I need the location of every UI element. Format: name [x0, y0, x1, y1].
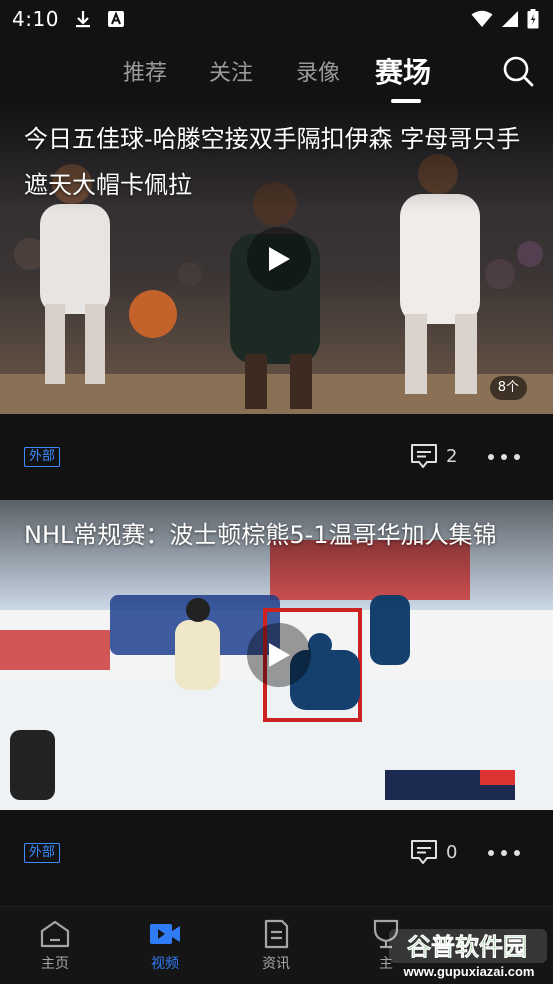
wifi-icon [471, 10, 493, 27]
source-tag: 外部 [24, 447, 61, 467]
signal-icon [502, 11, 518, 27]
video-card[interactable]: 今日五佳球-哈滕空接双手隔扣伊森 字母哥只手遮天大帽卡佩拉 8个 外部 2 [0, 104, 553, 500]
active-tab-indicator [391, 99, 421, 103]
bottom-nav-label: 资讯 [262, 956, 290, 972]
image-count-badge: 8个 [489, 376, 527, 400]
tab-arena[interactable]: 赛场 [375, 38, 431, 104]
top-tab-bar: 推荐 关注 录像 赛场 [0, 38, 553, 104]
comment-icon [411, 840, 437, 864]
comment-count: 0 [446, 841, 458, 863]
bottom-nav-video[interactable]: 视频 [110, 907, 220, 984]
bottom-nav-news[interactable]: 资讯 [221, 907, 331, 984]
battery-icon [527, 9, 539, 29]
svg-text:谷普软件园: 谷普软件园 [407, 933, 527, 961]
home-icon [40, 920, 70, 948]
video-icon [150, 924, 180, 944]
watermark-logo: 谷普软件园 www.gupuxiazai.com [387, 926, 551, 980]
bottom-nav-home[interactable]: 主页 [0, 907, 110, 984]
comment-button[interactable]: 2 [410, 443, 457, 469]
tab-following[interactable]: 关注 [209, 38, 253, 104]
status-bar: 4:10 [0, 0, 553, 38]
play-icon [269, 643, 290, 667]
tab-recordings[interactable]: 录像 [296, 38, 340, 104]
bottom-nav-label: 主页 [41, 956, 69, 972]
video-title[interactable]: 今日五佳球-哈滕空接双手隔扣伊森 字母哥只手遮天大帽卡佩拉 [24, 116, 529, 208]
comment-count: 2 [446, 445, 458, 467]
video-thumbnail[interactable]: NHL常规赛：波士顿棕熊5-1温哥华加人集锦 [0, 500, 553, 810]
document-icon [264, 919, 289, 949]
bottom-nav-label: 视频 [151, 956, 179, 972]
video-thumbnail[interactable]: 今日五佳球-哈滕空接双手隔扣伊森 字母哥只手遮天大帽卡佩拉 8个 [0, 104, 553, 414]
card-meta: 外部 0 [0, 810, 553, 896]
play-button[interactable] [247, 623, 311, 687]
play-icon [269, 247, 290, 271]
source-tag: 外部 [24, 843, 61, 863]
more-options-icon[interactable] [488, 850, 520, 858]
svg-text:www.gupuxiazai.com: www.gupuxiazai.com [403, 964, 535, 979]
video-feed: 今日五佳球-哈滕空接双手隔扣伊森 字母哥只手遮天大帽卡佩拉 8个 外部 2 NH… [0, 104, 553, 896]
app-notification-icon [107, 11, 124, 27]
download-icon [75, 11, 90, 28]
play-button[interactable] [247, 227, 311, 291]
search-icon[interactable] [501, 54, 535, 88]
comment-button[interactable]: 0 [410, 839, 457, 865]
tab-recommend[interactable]: 推荐 [123, 38, 167, 104]
card-meta: 外部 2 [0, 414, 553, 500]
video-card[interactable]: NHL常规赛：波士顿棕熊5-1温哥华加人集锦 外部 0 [0, 500, 553, 896]
status-time: 4:10 [12, 7, 59, 31]
more-options-icon[interactable] [488, 454, 520, 462]
video-title[interactable]: NHL常规赛：波士顿棕熊5-1温哥华加人集锦 [24, 512, 529, 558]
comment-icon [411, 444, 437, 468]
